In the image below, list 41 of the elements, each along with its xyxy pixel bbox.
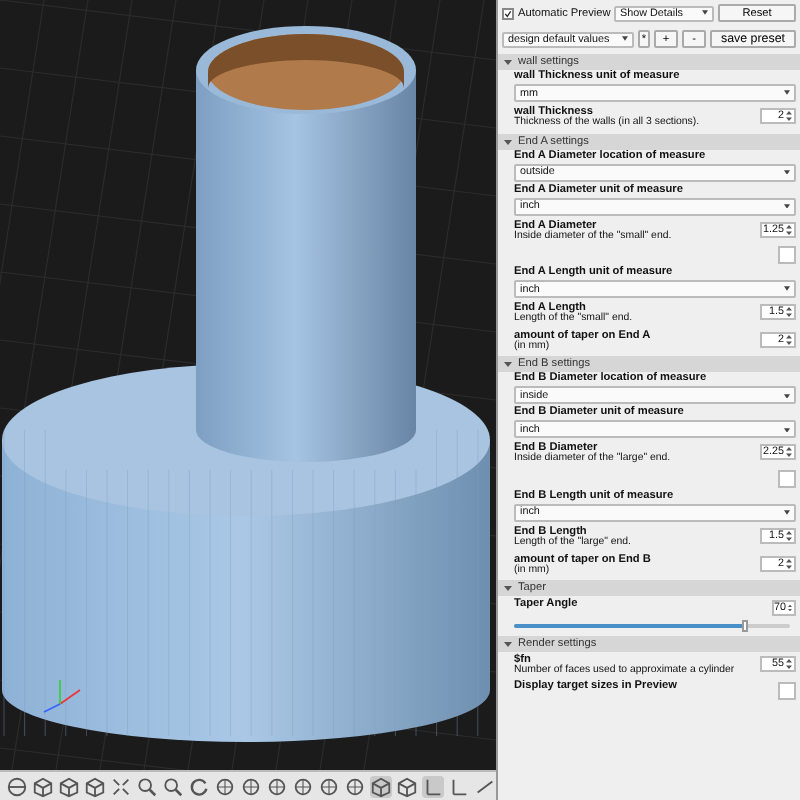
spinner-arrows-icon[interactable] xyxy=(786,110,792,122)
cube-icon[interactable] xyxy=(84,775,106,797)
spinner-arrows-icon[interactable] xyxy=(786,529,792,542)
reset-icon[interactable] xyxy=(188,775,210,797)
expand-icon[interactable] xyxy=(110,775,132,797)
cube-icon[interactable] xyxy=(370,775,392,797)
checkbox[interactable] xyxy=(778,681,796,700)
spinner-arrows-icon[interactable] xyxy=(786,333,792,346)
expanded-arrow-icon xyxy=(504,360,512,369)
expanded-arrow-icon xyxy=(504,584,512,593)
axes-drawing xyxy=(43,679,81,713)
zoom-icon[interactable] xyxy=(136,775,158,797)
expanded-arrow-icon xyxy=(504,640,512,649)
spinner-arrows-icon[interactable] xyxy=(788,602,792,615)
cube-icon[interactable] xyxy=(58,775,80,797)
caret-icon xyxy=(784,286,790,292)
checkbox[interactable] xyxy=(778,469,796,488)
expanded-arrow-icon xyxy=(504,58,512,66)
axes-icon[interactable] xyxy=(422,775,444,797)
caret-icon xyxy=(784,90,790,96)
zoom-icon[interactable] xyxy=(162,775,184,797)
spinner-arrows-icon[interactable] xyxy=(786,306,792,319)
spinner-arrows-icon[interactable] xyxy=(786,557,792,570)
caret-icon xyxy=(784,393,790,399)
caret-icon xyxy=(784,510,790,516)
cube-icon[interactable] xyxy=(32,775,54,797)
slider-thumb[interactable] xyxy=(742,620,749,633)
checkbox[interactable] xyxy=(502,7,514,19)
checkbox[interactable] xyxy=(778,246,796,265)
caret-icon xyxy=(784,169,790,175)
caret-icon xyxy=(622,36,628,42)
slider-track[interactable] xyxy=(514,624,790,629)
spinner-arrows-icon[interactable] xyxy=(786,446,792,459)
expanded-arrow-icon xyxy=(504,137,512,146)
spinner-arrows-icon[interactable] xyxy=(786,223,792,236)
caret-icon xyxy=(784,203,790,209)
caret-icon xyxy=(702,10,708,16)
axes-icon[interactable] xyxy=(448,775,470,797)
cube-icon[interactable] xyxy=(396,775,418,797)
caret-icon xyxy=(784,427,790,433)
spinner-arrows-icon[interactable] xyxy=(786,658,792,671)
